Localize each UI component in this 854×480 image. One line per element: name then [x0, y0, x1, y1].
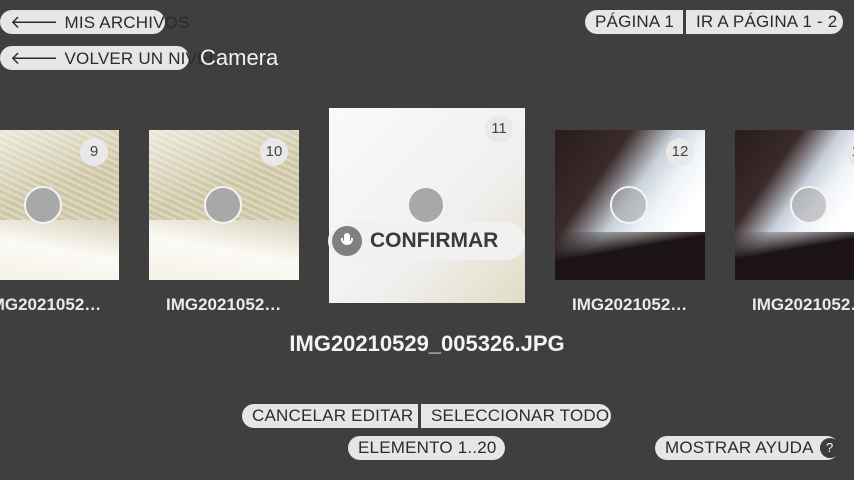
cancel-edit-button[interactable]: CANCELAR EDITAR	[242, 404, 418, 428]
thumbnail-item[interactable]: 10	[149, 130, 299, 280]
thumbnail-number-badge: 10	[260, 138, 288, 166]
thumbnail-number-badge: 9	[80, 138, 108, 166]
arrow-left-icon: 🡐	[10, 12, 59, 32]
photo-region	[0, 220, 119, 280]
item-range-button[interactable]: ELEMENTO 1..20	[348, 436, 505, 460]
selected-filename: IMG20210529_005326.JPG	[289, 331, 565, 356]
selection-radio[interactable]	[24, 186, 62, 224]
selection-radio[interactable]	[610, 186, 648, 224]
select-all-button[interactable]: SELECCIONAR TODO	[421, 404, 611, 428]
thumbnail-item-focused[interactable]: 11	[329, 108, 525, 303]
thumbnail-number-badge: 13	[846, 138, 854, 166]
thumbnail-item[interactable]: 12	[555, 130, 705, 280]
folder-title: Camera	[200, 45, 279, 70]
selection-radio[interactable]	[204, 186, 242, 224]
thumbnail-caption: IMG2021052…	[0, 295, 102, 314]
goto-page-label: IR A PÁGINA 1 - 2	[696, 12, 838, 31]
thumbnail-caption: IMG2021052…	[572, 295, 688, 314]
confirm-label: CONFIRMAR	[370, 229, 499, 252]
thumbnail-item[interactable]: 9	[0, 130, 119, 280]
goto-page-button[interactable]: IR A PÁGINA 1 - 2	[686, 10, 843, 34]
photo-region	[555, 232, 705, 280]
back-one-level-label: VOLVER UN NIVEL	[64, 49, 219, 68]
thumbnail-item[interactable]: 13	[735, 130, 854, 280]
back-to-files-button[interactable]: 🡐 MIS ARCHIVOS	[0, 10, 189, 34]
select-all-label: SELECCIONAR TODO	[431, 406, 610, 425]
selection-radio[interactable]	[407, 186, 445, 224]
help-icon: ?	[819, 438, 840, 458]
item-range-label: ELEMENTO 1..20	[358, 438, 497, 457]
microphone-icon	[332, 226, 362, 256]
photo-region	[149, 220, 299, 280]
thumbnail-number-badge: 11	[485, 115, 513, 143]
show-help-label: MOSTRAR AYUDA	[665, 438, 814, 457]
page-indicator-label: PÁGINA 1	[595, 12, 675, 31]
thumbnail-number-badge: 12	[666, 138, 694, 166]
page-indicator-button[interactable]: PÁGINA 1	[585, 10, 683, 34]
photo-region	[735, 232, 854, 280]
selection-radio[interactable]	[790, 186, 828, 224]
back-to-files-label: MIS ARCHIVOS	[64, 13, 190, 32]
thumbnail-caption: IMG2021052…	[166, 295, 282, 314]
thumbnail-caption: IMG2021052…	[752, 295, 854, 314]
back-one-level-button[interactable]: 🡐 VOLVER UN NIVEL	[0, 46, 218, 70]
confirm-voice-button[interactable]: CONFIRMAR	[328, 222, 525, 260]
cancel-edit-label: CANCELAR EDITAR	[252, 406, 414, 425]
show-help-button[interactable]: MOSTRAR AYUDA?	[655, 436, 840, 460]
arrow-left-icon: 🡐	[10, 48, 59, 68]
